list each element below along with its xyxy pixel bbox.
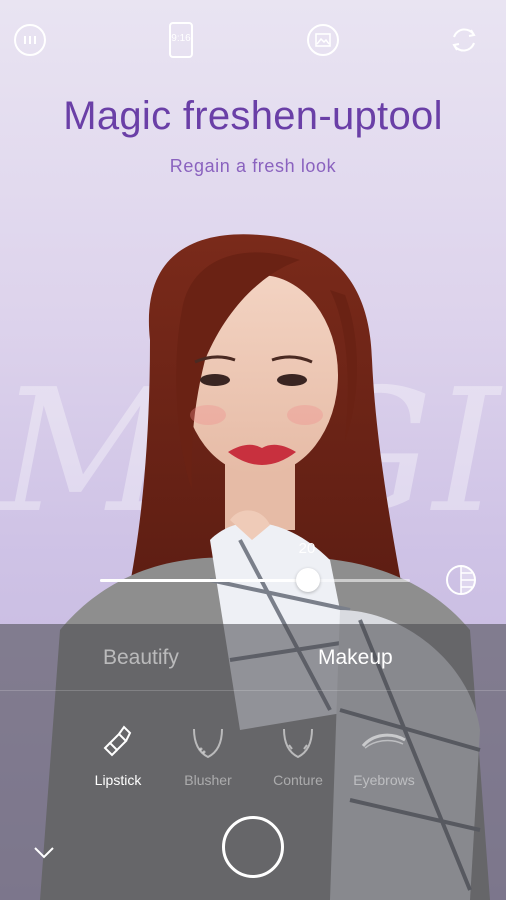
- aspect-ratio-label: 9:16: [171, 33, 191, 44]
- compare-icon[interactable]: [444, 563, 478, 597]
- tab-makeup[interactable]: Makeup: [318, 646, 393, 670]
- slider-fill: [100, 579, 308, 582]
- lipstick-icon: [68, 718, 168, 768]
- tool-label: Eyebrows: [353, 772, 415, 788]
- intensity-slider[interactable]: [100, 568, 410, 592]
- subline: Regain a fresh look: [169, 156, 337, 176]
- tool-label: Blusher: [184, 772, 232, 788]
- tool-blusher[interactable]: Blusher: [158, 718, 258, 788]
- blusher-icon: [158, 718, 258, 768]
- slider-value: 20: [298, 540, 316, 557]
- tool-label: Conture: [273, 772, 323, 788]
- chevron-down-icon[interactable]: [30, 838, 58, 866]
- tool-contour[interactable]: Conture: [248, 718, 348, 788]
- tab-divider: [0, 690, 506, 691]
- tool-eyebrows[interactable]: Eyebrows: [334, 718, 434, 788]
- tool-lipstick[interactable]: Lipstick: [68, 718, 168, 788]
- headline: Magic freshen-uptool: [63, 94, 443, 138]
- shutter-button[interactable]: [222, 816, 284, 878]
- top-bar: 9:16: [0, 0, 506, 80]
- menu-dots-icon[interactable]: [12, 22, 48, 58]
- eyebrow-icon: [334, 718, 434, 768]
- tab-beautify[interactable]: Beautify: [103, 646, 179, 670]
- tool-label: Lipstick: [94, 772, 142, 788]
- contour-icon: [248, 718, 348, 768]
- switch-camera-icon[interactable]: [446, 22, 482, 58]
- slider-thumb[interactable]: [295, 568, 320, 592]
- aspect-ratio-button[interactable]: 9:16: [163, 22, 199, 58]
- gallery-icon[interactable]: [305, 22, 341, 58]
